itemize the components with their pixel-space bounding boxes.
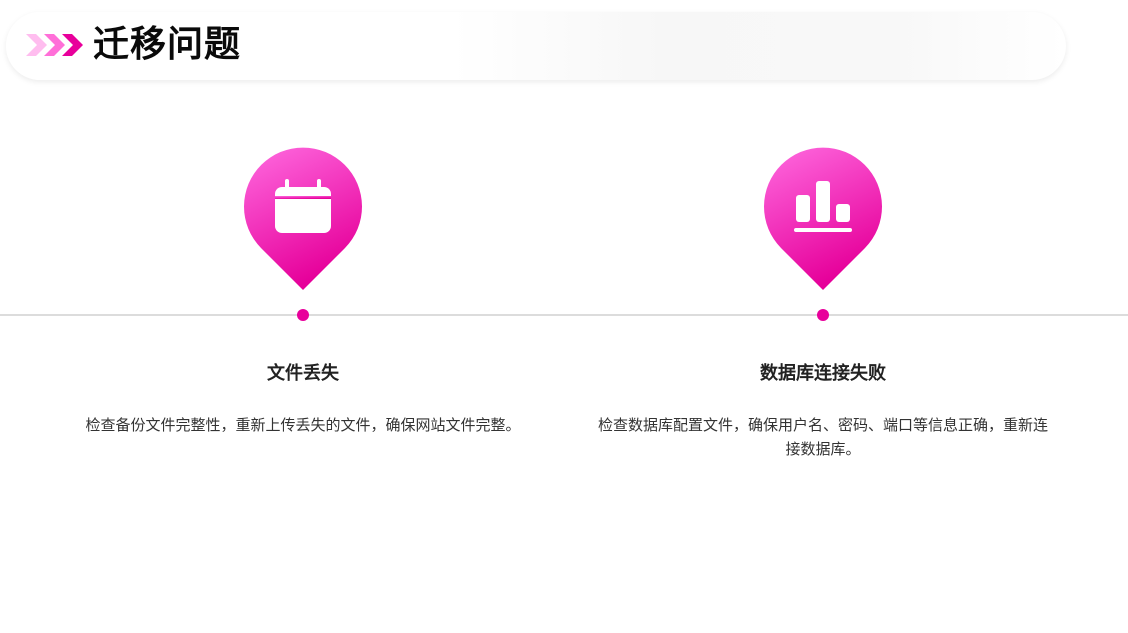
timeline-dot [297,309,309,321]
item-description: 检查数据库配置文件，确保用户名、密码、端口等信息正确，重新连接数据库。 [598,416,1049,458]
timeline-dot [817,309,829,321]
map-pin [244,147,362,290]
calendar-icon [275,179,331,233]
item-description: 检查备份文件完整性，重新上传丢失的文件，确保网站文件完整。 [85,416,521,434]
item-title: 数据库连接失败 [760,363,886,384]
timeline-item-file-loss: 文件丢失 检查备份文件完整性，重新上传丢失的文件，确保网站文件完整。 [68,0,538,633]
map-pin [764,147,882,290]
item-title: 文件丢失 [267,363,339,384]
timeline-item-db-connection: 数据库连接失败 检查数据库配置文件，确保用户名、密码、端口等信息正确，重新连接数… [588,0,1058,633]
